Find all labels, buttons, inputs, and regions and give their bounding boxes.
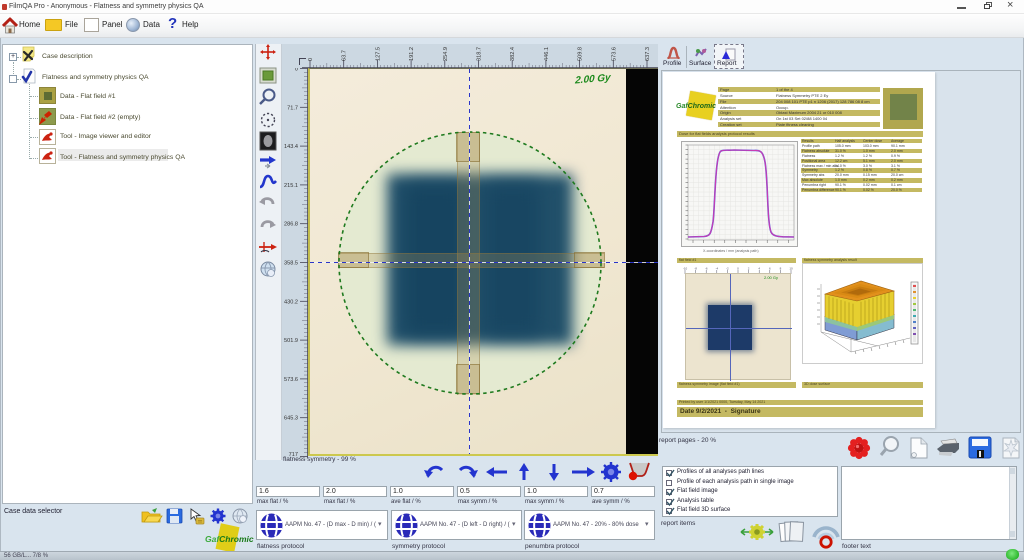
- svg-text:382.4: 382.4: [510, 47, 516, 61]
- svg-text:0: 0: [308, 58, 314, 61]
- svg-text:358.5: 358.5: [284, 261, 298, 267]
- svg-text:10: 10: [789, 267, 793, 271]
- svg-text:191.2: 191.2: [409, 47, 415, 61]
- svg-text:501.9: 501.9: [284, 338, 298, 344]
- svg-text:-2: -2: [726, 267, 729, 271]
- svg-text:286.8: 286.8: [284, 222, 298, 228]
- svg-text:127.5: 127.5: [375, 47, 381, 61]
- svg-text:254.9: 254.9: [443, 47, 449, 61]
- svg-text:573.6: 573.6: [611, 47, 617, 61]
- svg-text:637.3: 637.3: [645, 47, 651, 61]
- svg-text:0: 0: [737, 267, 739, 271]
- svg-text:63.7: 63.7: [342, 50, 348, 61]
- svg-text:215.1: 215.1: [284, 183, 298, 189]
- svg-text:71.7: 71.7: [287, 105, 298, 111]
- svg-text:-6: -6: [705, 267, 708, 271]
- svg-text:573.6: 573.6: [284, 377, 298, 383]
- svg-text:430.2: 430.2: [284, 299, 298, 305]
- svg-text:509.8: 509.8: [578, 47, 584, 61]
- svg-text:8: 8: [780, 267, 782, 271]
- svg-text:143.4: 143.4: [284, 144, 298, 150]
- svg-text:2: 2: [748, 267, 750, 271]
- svg-text:318.7: 318.7: [477, 47, 483, 61]
- svg-text:4: 4: [758, 267, 760, 271]
- svg-text:645.3: 645.3: [284, 416, 298, 422]
- svg-text:-4: -4: [715, 267, 718, 271]
- svg-text:6: 6: [769, 267, 771, 271]
- svg-text:0: 0: [295, 68, 298, 73]
- svg-text:-10: -10: [683, 267, 688, 271]
- svg-text:-8: -8: [694, 267, 697, 271]
- svg-text:446.1: 446.1: [544, 47, 550, 61]
